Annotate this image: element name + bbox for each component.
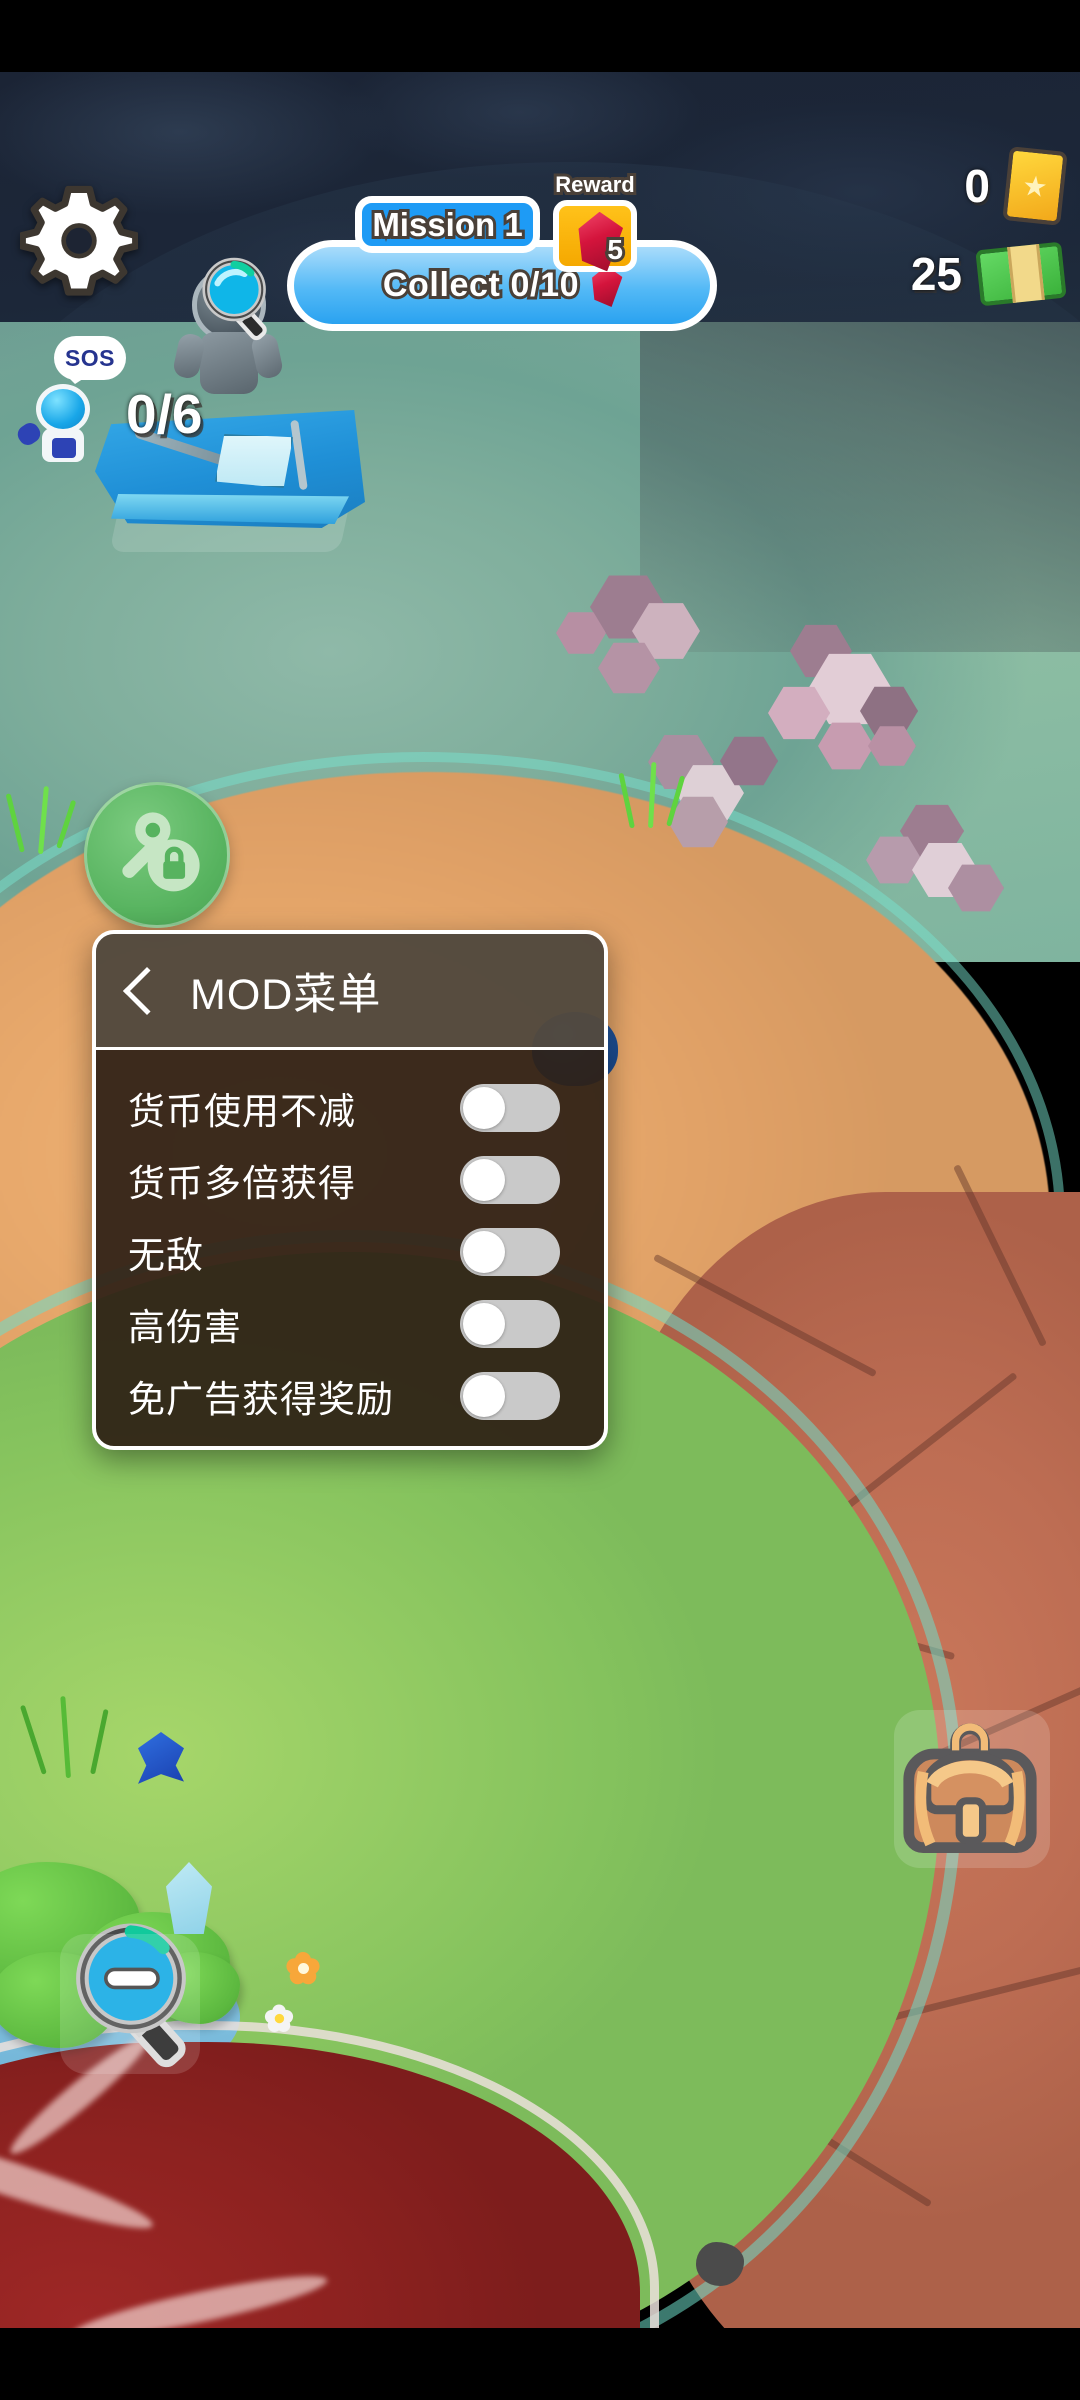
- mission-objective-bar: Collect 0/10: [287, 240, 717, 331]
- astronaut-arm: [14, 419, 44, 449]
- mod-row-label: 免广告获得奖励: [128, 1379, 394, 1420]
- zoom-out-button-bg: [60, 1934, 200, 2074]
- mission-title: Mission 1: [369, 203, 525, 246]
- mod-row[interactable]: 免广告获得奖励: [96, 1360, 604, 1432]
- currency-panel: 0 25: [834, 142, 1068, 318]
- cash-icon: [975, 241, 1067, 307]
- letterbox-top: [0, 0, 1080, 72]
- letterbox-bottom: [0, 2328, 1080, 2400]
- ship-console-screen: [215, 434, 293, 488]
- mod-row[interactable]: 高伤害: [96, 1288, 604, 1360]
- game-screen: SOS 0/6 Collect 0/10 Mission 1 Reward 5 …: [0, 0, 1080, 2400]
- mod-row-label: 无敌: [128, 1235, 204, 1276]
- mod-menu-header: MOD菜单: [96, 934, 604, 1050]
- zoom-out-button[interactable]: [32, 1910, 212, 2090]
- mod-row[interactable]: 无敌: [96, 1216, 604, 1288]
- sos-survivor-marker[interactable]: SOS: [10, 336, 140, 462]
- mod-row-toggle[interactable]: [460, 1228, 560, 1276]
- mod-row-label: 货币多倍获得: [128, 1163, 356, 1204]
- mod-row-label: 高伤害: [128, 1307, 242, 1348]
- backpack-button[interactable]: [880, 1700, 1060, 1880]
- toggle-knob: [463, 1087, 505, 1129]
- mission-reward[interactable]: Reward 5: [547, 169, 641, 274]
- ticket-icon: [1002, 146, 1068, 226]
- toggle-knob: [463, 1303, 505, 1345]
- flower-white[interactable]: [263, 2004, 295, 2035]
- astronaut-chest-panel: [52, 438, 76, 458]
- reward-label: Reward: [552, 169, 637, 200]
- mod-row[interactable]: 货币多倍获得: [96, 1144, 604, 1216]
- terrain-midland-shadow: [640, 322, 1080, 652]
- toggle-knob: [463, 1231, 505, 1273]
- gear-icon: [20, 185, 138, 296]
- ticket-count: 0: [964, 160, 990, 212]
- mod-row-toggle[interactable]: [460, 1372, 560, 1420]
- reward-amount: 5: [605, 231, 626, 268]
- mod-row-toggle[interactable]: [460, 1300, 560, 1348]
- mod-row[interactable]: 货币使用不减: [96, 1072, 604, 1144]
- magnifier-icon[interactable]: [178, 250, 282, 354]
- flower-orange[interactable]: [284, 1952, 322, 1988]
- mod-row-toggle[interactable]: [460, 1156, 560, 1204]
- settings-button[interactable]: [20, 180, 138, 298]
- key-lock-icon: [122, 812, 200, 892]
- mod-menu-title: MOD菜单: [190, 970, 382, 1019]
- mod-menu-list: 货币使用不减 货币多倍获得 无敌 高伤害 免广告获得奖励: [96, 1050, 604, 1442]
- astronaut-helmet: [36, 384, 90, 434]
- key-lock-button[interactable]: [84, 782, 230, 928]
- currency-row-ticket[interactable]: 0: [834, 142, 1068, 230]
- toggle-knob: [463, 1375, 505, 1417]
- sos-bubble: SOS: [54, 336, 126, 384]
- currency-row-cash[interactable]: 25: [834, 230, 1067, 318]
- cash-count: 25: [910, 248, 962, 300]
- mod-row-label: 货币使用不减: [128, 1091, 356, 1132]
- reward-badge: 5: [553, 200, 637, 272]
- toggle-knob: [463, 1159, 505, 1201]
- back-chevron-icon[interactable]: [122, 966, 172, 1015]
- backpack-button-bg: [894, 1710, 1050, 1868]
- mission-title-chip: Mission 1: [355, 196, 540, 253]
- mod-row-toggle[interactable]: [460, 1084, 560, 1132]
- mission-banner[interactable]: Collect 0/10 Mission 1 Reward 5: [287, 169, 717, 331]
- survivor-counter: 0/6: [126, 383, 203, 445]
- mod-menu-panel[interactable]: MOD菜单 货币使用不减 货币多倍获得 无敌 高伤害 免广告获得奖励: [92, 930, 608, 1450]
- astronaut-avatar: [14, 384, 100, 462]
